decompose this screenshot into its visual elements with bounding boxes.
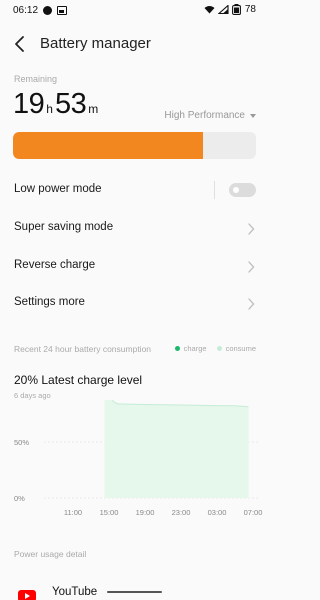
- chart-subtitle: 6 days ago: [14, 391, 51, 400]
- low-power-mode-label: Low power mode: [14, 183, 102, 195]
- legend-consume-label: consume: [225, 344, 256, 353]
- battery-level-text: 78: [244, 4, 256, 15]
- wifi-icon: [204, 6, 215, 14]
- chevron-right-icon: [248, 223, 255, 235]
- remaining-hours: 19: [13, 88, 45, 120]
- y-tick-label: 50%: [14, 438, 29, 447]
- app-usage-bar: [107, 591, 162, 593]
- dropdown-caret-icon: [250, 113, 256, 118]
- legend-charge-dot: [174, 346, 180, 351]
- super-saving-mode-row[interactable]: Super saving mode: [0, 211, 270, 247]
- performance-mode-label: High Performance: [164, 110, 245, 121]
- status-time: 06:12: [13, 5, 39, 16]
- chart-title: 20% Latest charge level: [14, 373, 143, 387]
- x-tick-label: 15:00: [100, 508, 119, 517]
- battery-icon: [231, 4, 241, 15]
- status-right-group: 78: [204, 4, 256, 15]
- status-bar: 06:12 78: [0, 0, 270, 22]
- power-usage-detail-label: Power usage detail: [14, 549, 87, 559]
- notification-dot-icon: [43, 6, 52, 15]
- legend-charge-label: charge: [183, 344, 207, 353]
- app-name: YouTube: [52, 586, 98, 598]
- minutes-unit: m: [88, 102, 99, 116]
- remaining-minutes: 53: [54, 88, 87, 120]
- x-tick-label: 07:00: [244, 508, 263, 517]
- signal-icon: [217, 5, 229, 14]
- app-usage-row[interactable]: YouTube: [0, 578, 270, 600]
- performance-mode-dropdown[interactable]: High Performance: [164, 110, 256, 121]
- toggle-knob: [233, 187, 239, 193]
- super-saving-mode-label: Super saving mode: [14, 221, 114, 233]
- settings-more-label: Settings more: [14, 296, 85, 308]
- chevron-right-icon: [248, 298, 255, 310]
- battery-level-fill: [13, 132, 203, 159]
- y-tick-label: 0%: [14, 494, 25, 503]
- page-title: Battery manager: [40, 35, 151, 52]
- consumption-section-title: Recent 24 hour battery consumption: [14, 344, 152, 354]
- battery-level-bar: [13, 132, 256, 159]
- x-tick-label: 19:00: [136, 508, 155, 517]
- reverse-charge-label: Reverse charge: [14, 259, 96, 271]
- gallery-notification-icon: [57, 6, 67, 15]
- back-arrow-icon[interactable]: [10, 34, 30, 54]
- chart-legend: charge consume: [174, 344, 256, 353]
- low-power-mode-toggle[interactable]: [229, 183, 256, 197]
- reverse-charge-row[interactable]: Reverse charge: [0, 249, 270, 285]
- hours-unit: h: [46, 102, 53, 116]
- remaining-label: Remaining: [14, 74, 58, 84]
- low-power-mode-row[interactable]: Low power mode: [0, 173, 270, 209]
- x-tick-label: 03:00: [208, 508, 227, 517]
- x-tick-label: 23:00: [172, 508, 191, 517]
- series-area-consume: [104, 400, 249, 498]
- youtube-icon: [18, 590, 36, 600]
- settings-more-row[interactable]: Settings more: [0, 286, 270, 322]
- x-tick-label: 11:00: [64, 508, 82, 517]
- legend-consume-dot: [216, 346, 222, 351]
- battery-chart: 100%50%0%11:0015:0019:0023:0003:0007:00: [14, 400, 263, 517]
- row-divider: [214, 181, 215, 199]
- header: Battery manager: [0, 24, 270, 64]
- remaining-time: 19 h53 m: [13, 88, 100, 121]
- chevron-right-icon: [248, 261, 255, 273]
